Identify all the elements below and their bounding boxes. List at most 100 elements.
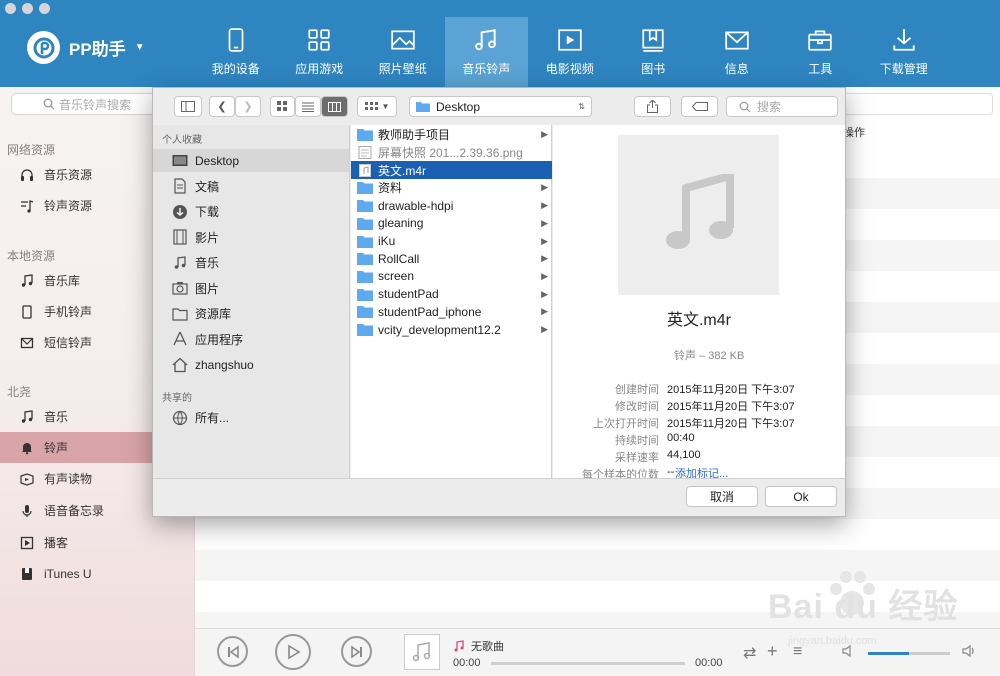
sidebar-item-label: 音乐库 xyxy=(44,274,81,288)
file-row[interactable]: 英文.m4r xyxy=(351,161,552,180)
sidebar-item[interactable]: 播客 xyxy=(0,527,195,558)
file-row[interactable]: studentPad ▶ xyxy=(351,285,552,303)
file-name: studentPad_iphone xyxy=(378,304,482,319)
dialog-sidebar: 个人收藏 Desktop 文稿 下载影片音乐图片 资源库应用程序 zhangshuo 共… xyxy=(153,125,350,478)
detail-value: 2015年11月20日 下午3:07 xyxy=(667,384,795,396)
dialog-toolbar: ❮ ❯ ▼ Desktop ⇅ 搜索 xyxy=(153,88,845,124)
nav-label: 应用游戏 xyxy=(295,62,344,76)
cancel-button[interactable]: 取消 xyxy=(686,486,758,507)
file-row[interactable]: gleaning ▶ xyxy=(351,215,552,233)
file-row[interactable]: drawable-hdpi ▶ xyxy=(351,197,552,215)
file-row[interactable]: screen ▶ xyxy=(351,268,552,286)
tag-button[interactable] xyxy=(681,96,718,117)
chevron-down-icon: ▼ xyxy=(381,102,390,111)
folder-icon xyxy=(416,102,430,112)
detail-key: 持续时间 xyxy=(615,435,659,447)
download-icon xyxy=(891,27,917,53)
favorite-item[interactable]: 图片 xyxy=(153,277,349,300)
nav-item-3[interactable]: 照片壁纸 xyxy=(361,17,445,87)
file-column: 教师助手项目 ▶ 屏幕快照 201...2.39.36.png 英文.m4r 资料 ▶ dr… xyxy=(351,125,552,478)
favorite-item[interactable]: 应用程序 xyxy=(153,328,349,351)
dialog-search-input[interactable]: 搜索 xyxy=(726,96,838,117)
sidebar-item-label: 铃声 xyxy=(44,441,69,455)
file-row[interactable]: studentPad_iphone ▶ xyxy=(351,303,552,321)
column-view-button[interactable] xyxy=(321,96,348,117)
main-nav: 我的设备 应用游戏 照片壁纸 音乐铃声 电影视频 图书 信息 工具 下载管理 xyxy=(194,17,946,87)
repeat-icon[interactable]: ⇄ xyxy=(743,643,756,663)
favorite-item[interactable]: Desktop xyxy=(153,149,349,172)
share-button[interactable] xyxy=(634,96,671,117)
sidebar-item-label: 手机铃声 xyxy=(44,305,93,319)
progress-slider[interactable] xyxy=(491,662,685,665)
location-popup[interactable]: Desktop ⇅ xyxy=(409,96,592,117)
nav-label: 信息 xyxy=(724,62,749,76)
song-title: 无歌曲 xyxy=(471,641,504,653)
album-art xyxy=(404,634,440,670)
nav-item-8[interactable]: 工具 xyxy=(779,17,863,87)
nav-item-4[interactable]: 音乐铃声 xyxy=(444,17,528,87)
zoom-window-button[interactable] xyxy=(39,3,50,14)
disclosure-arrow-icon: ▶ xyxy=(541,217,548,228)
watermark-url: jingyan.baidu.com xyxy=(788,635,877,647)
play-button[interactable] xyxy=(275,634,311,670)
next-icon xyxy=(350,645,362,658)
nav-item-6[interactable]: 图书 xyxy=(612,17,696,87)
disclosure-arrow-icon: ▶ xyxy=(541,235,548,246)
image-icon xyxy=(390,27,416,53)
favorite-label: 音乐 xyxy=(195,256,220,270)
favorite-item[interactable]: 文稿 xyxy=(153,175,349,198)
sidebar-toggle-button[interactable] xyxy=(174,96,202,117)
shared-item[interactable]: 所有... xyxy=(153,406,349,429)
search-placeholder: 音乐铃声搜索 xyxy=(59,97,132,112)
close-window-button[interactable] xyxy=(5,3,16,14)
file-row[interactable]: 屏幕快照 201...2.39.36.png xyxy=(351,144,552,162)
file-row[interactable]: vcity_development12.2 ▶ xyxy=(351,321,552,339)
favorite-item[interactable]: 影片 xyxy=(153,226,349,249)
file-name: 资料 xyxy=(378,181,403,196)
nav-item-9[interactable]: 下载管理 xyxy=(862,17,946,87)
favorite-item[interactable]: 音乐 xyxy=(153,251,349,274)
preview-detail-row: 采样速率 44,100 xyxy=(553,449,845,465)
folder-icon xyxy=(357,181,373,195)
app-name: PP助手 xyxy=(69,40,126,59)
shared-header: 共享的 xyxy=(162,393,192,404)
previous-track-button[interactable] xyxy=(217,636,248,667)
pp-logo-icon xyxy=(27,31,60,64)
baidu-jingyan-watermark: Bai du 经验 jingyan.baidu.com xyxy=(760,565,970,655)
back-button[interactable]: ❮ xyxy=(209,96,235,117)
podcast-icon xyxy=(20,536,34,550)
list-view-button[interactable] xyxy=(295,96,321,117)
ok-button[interactable]: Ok xyxy=(765,486,837,507)
file-row[interactable]: iKu ▶ xyxy=(351,232,552,250)
favorite-item[interactable]: zhangshuo xyxy=(153,353,349,376)
video-play-icon xyxy=(557,27,583,53)
detail-key: 创建时间 xyxy=(615,384,659,396)
app-logo-menu[interactable]: PP助手 ▼ xyxy=(27,31,145,64)
minimize-window-button[interactable] xyxy=(22,3,33,14)
nav-item-7[interactable]: 信息 xyxy=(695,17,779,87)
icon-view-button[interactable] xyxy=(270,96,295,117)
phone-icon xyxy=(223,27,249,53)
audio-file-icon xyxy=(357,163,373,177)
nav-item-2[interactable]: 应用游戏 xyxy=(278,17,362,87)
favorite-item[interactable]: 资源库 xyxy=(153,302,349,325)
favorite-item[interactable]: 下载 xyxy=(153,200,349,223)
microphone-icon xyxy=(20,504,34,518)
sidebar-section-header: 本地资源 xyxy=(7,249,56,263)
nav-item-1[interactable]: 我的设备 xyxy=(194,17,278,87)
sidebar-item-label: 播客 xyxy=(44,536,69,550)
nav-item-5[interactable]: 电影视频 xyxy=(528,17,612,87)
sidebar-item[interactable]: iTunes U xyxy=(0,558,195,589)
next-track-button[interactable] xyxy=(341,636,372,667)
favorites-header: 个人收藏 xyxy=(162,135,202,146)
folder-icon xyxy=(357,199,373,213)
file-row[interactable]: 资料 ▶ xyxy=(351,179,552,197)
file-preview: 英文.m4r 铃声 – 382 KB 创建时间 2015年11月20日 下午3:0… xyxy=(553,125,845,481)
arrange-button[interactable]: ▼ xyxy=(357,96,397,117)
detail-value: 00:40 xyxy=(667,432,695,444)
disclosure-arrow-icon: ▶ xyxy=(541,288,548,299)
forward-button[interactable]: ❯ xyxy=(235,96,261,117)
watermark-text: Bai du 经验 xyxy=(768,588,959,626)
file-row[interactable]: 教师助手项目 ▶ xyxy=(351,126,552,144)
file-row[interactable]: RollCall ▶ xyxy=(351,250,552,268)
